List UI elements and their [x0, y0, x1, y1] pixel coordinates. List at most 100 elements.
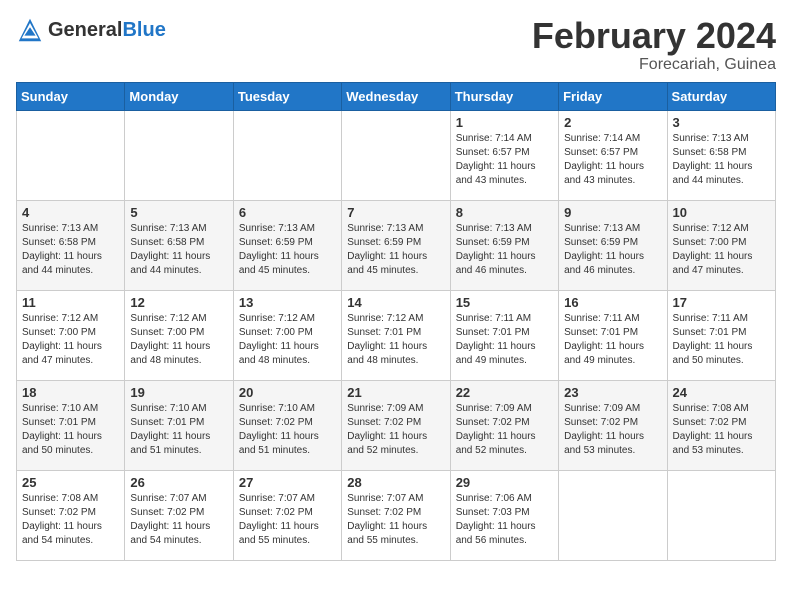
header-cell-saturday: Saturday: [667, 82, 775, 110]
calendar-table: SundayMondayTuesdayWednesdayThursdayFrid…: [16, 82, 776, 561]
day-number: 23: [564, 385, 661, 400]
day-info: Sunrise: 7:10 AM Sunset: 7:02 PM Dayligh…: [239, 402, 336, 458]
calendar-cell: 8 Sunrise: 7:13 AM Sunset: 6:59 PM Daylig…: [450, 200, 558, 290]
week-row-2: 11Sunrise: 7:12 AM Sunset: 7:00 PM Dayli…: [17, 290, 776, 380]
day-info: Sunrise: 7:08 AM Sunset: 7:02 PM Dayligh…: [22, 492, 119, 548]
logo-text-blue: Blue: [122, 19, 165, 41]
calendar-cell: 3 Sunrise: 7:13 AM Sunset: 6:58 PM Daylig…: [667, 110, 775, 200]
day-info: Sunrise: 7:11 AM Sunset: 7:01 PM Dayligh…: [673, 312, 770, 368]
calendar-cell: 16 Sunrise: 7:11 AM Sunset: 7:01 PM Dayli…: [559, 290, 667, 380]
day-info: Sunrise: 7:09 AM Sunset: 7:02 PM Dayligh…: [456, 402, 553, 458]
day-info: Sunrise: 7:07 AM Sunset: 7:02 PM Dayligh…: [239, 492, 336, 548]
header-cell-sunday: Sunday: [17, 82, 125, 110]
day-number: 12: [130, 295, 227, 310]
day-number: 8: [456, 205, 553, 220]
calendar-cell: 24Sunrise: 7:08 AM Sunset: 7:02 PM Dayli…: [667, 380, 775, 470]
day-number: 24: [673, 385, 770, 400]
day-info: Sunrise: 7:14 AM Sunset: 6:57 PM Dayligh…: [456, 132, 553, 188]
day-info: Sunrise: 7:09 AM Sunset: 7:02 PM Dayligh…: [347, 402, 444, 458]
calendar-cell: 1Sunrise: 7:14 AM Sunset: 6:57 PM Daylig…: [450, 110, 558, 200]
logo-text-general: General: [48, 19, 122, 41]
day-number: 28: [347, 475, 444, 490]
day-info: Sunrise: 7:12 AM Sunset: 7:00 PM Dayligh…: [130, 312, 227, 368]
day-info: Sunrise: 7:13 AM Sunset: 6:59 PM Dayligh…: [456, 222, 553, 278]
day-info: Sunrise: 7:10 AM Sunset: 7:01 PM Dayligh…: [130, 402, 227, 458]
calendar-cell: 29Sunrise: 7:06 AM Sunset: 7:03 PM Dayli…: [450, 470, 558, 560]
calendar-cell: [125, 110, 233, 200]
day-number: 16: [564, 295, 661, 310]
day-number: 27: [239, 475, 336, 490]
day-number: 3: [673, 115, 770, 130]
day-number: 18: [22, 385, 119, 400]
day-info: Sunrise: 7:12 AM Sunset: 7:00 PM Dayligh…: [22, 312, 119, 368]
calendar-cell: 9 Sunrise: 7:13 AM Sunset: 6:59 PM Daylig…: [559, 200, 667, 290]
day-number: 17: [673, 295, 770, 310]
day-info: Sunrise: 7:12 AM Sunset: 7:01 PM Dayligh…: [347, 312, 444, 368]
calendar-cell: 21 Sunrise: 7:09 AM Sunset: 7:02 PM Dayli…: [342, 380, 450, 470]
calendar-body: 1Sunrise: 7:14 AM Sunset: 6:57 PM Daylig…: [17, 110, 776, 560]
day-number: 2: [564, 115, 661, 130]
week-row-3: 18 Sunrise: 7:10 AM Sunset: 7:01 PM Dayli…: [17, 380, 776, 470]
calendar-cell: 26 Sunrise: 7:07 AM Sunset: 7:02 PM Dayli…: [125, 470, 233, 560]
calendar-cell: 20 Sunrise: 7:10 AM Sunset: 7:02 PM Dayli…: [233, 380, 341, 470]
day-number: 21: [347, 385, 444, 400]
day-info: Sunrise: 7:07 AM Sunset: 7:02 PM Dayligh…: [347, 492, 444, 548]
header-row: SundayMondayTuesdayWednesdayThursdayFrid…: [17, 82, 776, 110]
day-info: Sunrise: 7:13 AM Sunset: 6:58 PM Dayligh…: [22, 222, 119, 278]
day-number: 19: [130, 385, 227, 400]
header-cell-monday: Monday: [125, 82, 233, 110]
calendar-cell: 12 Sunrise: 7:12 AM Sunset: 7:00 PM Dayli…: [125, 290, 233, 380]
calendar-cell: [342, 110, 450, 200]
calendar-cell: 23 Sunrise: 7:09 AM Sunset: 7:02 PM Dayli…: [559, 380, 667, 470]
calendar-cell: 4 Sunrise: 7:13 AM Sunset: 6:58 PM Daylig…: [17, 200, 125, 290]
day-info: Sunrise: 7:13 AM Sunset: 6:59 PM Dayligh…: [564, 222, 661, 278]
day-number: 26: [130, 475, 227, 490]
calendar-cell: 17 Sunrise: 7:11 AM Sunset: 7:01 PM Dayli…: [667, 290, 775, 380]
calendar-header: SundayMondayTuesdayWednesdayThursdayFrid…: [17, 82, 776, 110]
header-cell-thursday: Thursday: [450, 82, 558, 110]
day-number: 10: [673, 205, 770, 220]
calendar-cell: 27 Sunrise: 7:07 AM Sunset: 7:02 PM Dayli…: [233, 470, 341, 560]
day-info: Sunrise: 7:11 AM Sunset: 7:01 PM Dayligh…: [456, 312, 553, 368]
calendar-title: February 2024: [532, 16, 776, 56]
calendar-cell: 14 Sunrise: 7:12 AM Sunset: 7:01 PM Dayli…: [342, 290, 450, 380]
calendar-cell: [17, 110, 125, 200]
day-info: Sunrise: 7:09 AM Sunset: 7:02 PM Dayligh…: [564, 402, 661, 458]
week-row-1: 4 Sunrise: 7:13 AM Sunset: 6:58 PM Daylig…: [17, 200, 776, 290]
calendar-cell: 15 Sunrise: 7:11 AM Sunset: 7:01 PM Dayli…: [450, 290, 558, 380]
header-cell-tuesday: Tuesday: [233, 82, 341, 110]
day-info: Sunrise: 7:10 AM Sunset: 7:01 PM Dayligh…: [22, 402, 119, 458]
day-number: 25: [22, 475, 119, 490]
day-number: 7: [347, 205, 444, 220]
day-info: Sunrise: 7:13 AM Sunset: 6:58 PM Dayligh…: [673, 132, 770, 188]
day-info: Sunrise: 7:07 AM Sunset: 7:02 PM Dayligh…: [130, 492, 227, 548]
calendar-cell: 6Sunrise: 7:13 AM Sunset: 6:59 PM Daylig…: [233, 200, 341, 290]
day-info: Sunrise: 7:11 AM Sunset: 7:01 PM Dayligh…: [564, 312, 661, 368]
header-cell-wednesday: Wednesday: [342, 82, 450, 110]
day-number: 4: [22, 205, 119, 220]
week-row-0: 1Sunrise: 7:14 AM Sunset: 6:57 PM Daylig…: [17, 110, 776, 200]
day-number: 14: [347, 295, 444, 310]
calendar-cell: 19 Sunrise: 7:10 AM Sunset: 7:01 PM Dayli…: [125, 380, 233, 470]
day-info: Sunrise: 7:12 AM Sunset: 7:00 PM Dayligh…: [239, 312, 336, 368]
header-cell-friday: Friday: [559, 82, 667, 110]
calendar-cell: 2 Sunrise: 7:14 AM Sunset: 6:57 PM Daylig…: [559, 110, 667, 200]
day-number: 29: [456, 475, 553, 490]
day-info: Sunrise: 7:14 AM Sunset: 6:57 PM Dayligh…: [564, 132, 661, 188]
calendar-cell: 22 Sunrise: 7:09 AM Sunset: 7:02 PM Dayli…: [450, 380, 558, 470]
day-info: Sunrise: 7:13 AM Sunset: 6:58 PM Dayligh…: [130, 222, 227, 278]
calendar-cell: 11Sunrise: 7:12 AM Sunset: 7:00 PM Dayli…: [17, 290, 125, 380]
day-number: 22: [456, 385, 553, 400]
calendar-cell: [559, 470, 667, 560]
day-number: 5: [130, 205, 227, 220]
day-number: 15: [456, 295, 553, 310]
calendar-cell: [233, 110, 341, 200]
day-number: 9: [564, 205, 661, 220]
header: GeneralBlue February 2024 Forecariah, Gu…: [16, 16, 776, 74]
calendar-cell: 28 Sunrise: 7:07 AM Sunset: 7:02 PM Dayli…: [342, 470, 450, 560]
title-area: February 2024 Forecariah, Guinea: [532, 16, 776, 74]
calendar-cell: 18 Sunrise: 7:10 AM Sunset: 7:01 PM Dayli…: [17, 380, 125, 470]
logo: GeneralBlue: [16, 16, 166, 44]
logo-icon: [16, 16, 44, 44]
day-number: 20: [239, 385, 336, 400]
